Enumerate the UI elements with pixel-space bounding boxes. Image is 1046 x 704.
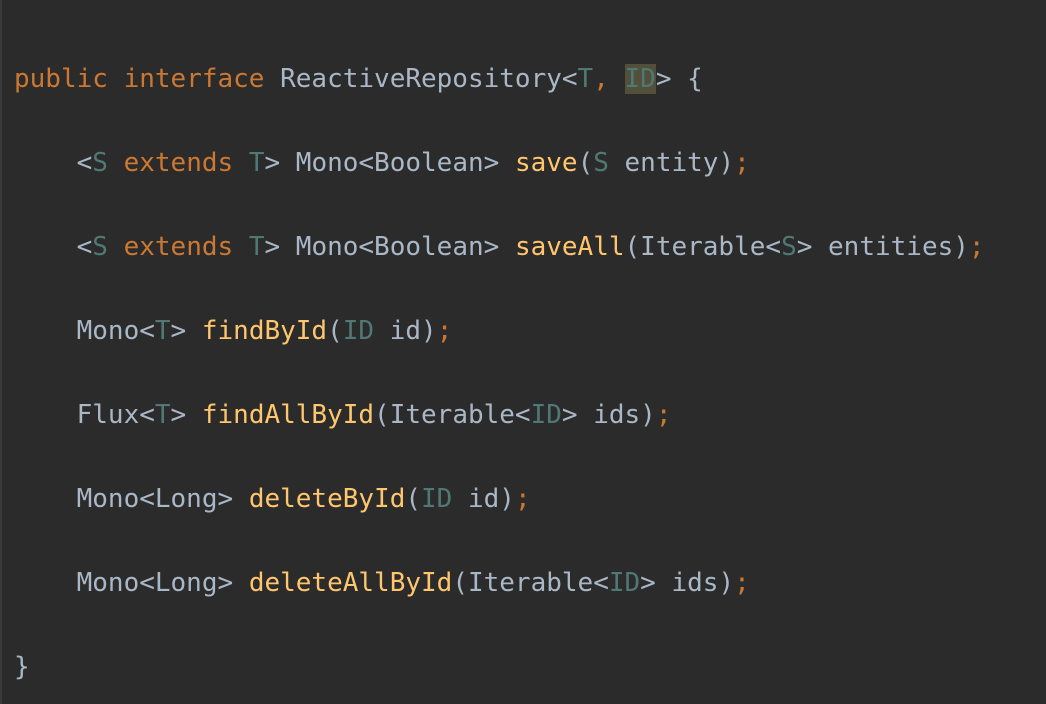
code-token: Flux<	[14, 400, 155, 430]
code-token: interface	[123, 64, 265, 94]
code-token: (Iterable<	[452, 568, 609, 598]
code-line[interactable]: }	[14, 625, 985, 704]
code-token: ID	[624, 64, 656, 94]
code-token: ;	[514, 484, 531, 514]
code-token: Mono<Long>	[14, 568, 249, 598]
code-token: > Mono<Boolean>	[264, 148, 515, 178]
code-token: extends	[123, 232, 234, 262]
code-editor[interactable]: public interface ReactiveRepository<T, I…	[0, 0, 1046, 704]
code-token: deleteAllById	[248, 568, 453, 598]
code-token: }	[14, 652, 30, 682]
code-token: save	[514, 148, 578, 178]
code-token: findAllById	[201, 400, 375, 430]
code-token: ReactiveRepository<	[264, 64, 578, 94]
code-token: T	[248, 232, 265, 262]
code-token: (	[577, 148, 594, 178]
code-token: T	[154, 316, 171, 346]
code-token: S	[92, 148, 108, 178]
editor-gutter-edge	[0, 0, 2, 704]
code-token: (Iterable<	[374, 400, 531, 430]
code-token: T	[154, 400, 171, 430]
code-token: (	[405, 484, 422, 514]
code-token: ,	[593, 64, 625, 94]
code-token: Mono<	[14, 316, 155, 346]
code-line[interactable]: Flux<T> findAllById(Iterable<ID> ids);	[14, 373, 985, 457]
code-token: saveAll	[514, 232, 625, 262]
code-token: ;	[734, 568, 750, 598]
code-token: > entities)	[796, 232, 969, 262]
code-token: > ids)	[561, 400, 656, 430]
code-line[interactable]: <S extends T> Mono<Boolean> saveAll(Iter…	[14, 205, 985, 289]
code-line[interactable]: <S extends T> Mono<Boolean> save(S entit…	[14, 121, 985, 205]
code-token: ID	[342, 316, 375, 346]
code-token: entity)	[608, 148, 735, 178]
code-token: > {	[655, 64, 703, 94]
code-token: S	[92, 232, 108, 262]
code-token: ID	[608, 568, 641, 598]
code-token: ID	[421, 484, 453, 514]
code-token: id)	[452, 484, 515, 514]
code-token: ;	[655, 400, 672, 430]
code-area[interactable]: public interface ReactiveRepository<T, I…	[14, 37, 985, 704]
code-token: ID	[530, 400, 562, 430]
code-token: Mono<Long>	[14, 484, 249, 514]
code-line[interactable]: Mono<Long> deleteAllById(Iterable<ID> id…	[14, 541, 985, 625]
code-token: (	[327, 316, 343, 346]
code-token: <	[14, 232, 93, 262]
code-line[interactable]: Mono<Long> deleteById(ID id);	[14, 457, 985, 541]
code-token: ;	[436, 316, 453, 346]
code-line[interactable]: public interface ReactiveRepository<T, I…	[14, 37, 985, 121]
code-token: >	[170, 400, 202, 430]
code-token: > Mono<Boolean>	[264, 232, 515, 262]
code-token: ;	[734, 148, 750, 178]
code-token: extends	[123, 148, 234, 178]
code-token: T	[248, 148, 265, 178]
code-token: public	[14, 64, 108, 94]
code-token: S	[781, 232, 797, 262]
code-token: <	[14, 148, 93, 178]
code-token: id)	[374, 316, 437, 346]
code-token: >	[170, 316, 202, 346]
code-token: ;	[968, 232, 985, 262]
code-token: T	[577, 64, 594, 94]
code-token: (Iterable<	[624, 232, 782, 262]
code-token: > ids)	[640, 568, 735, 598]
code-token: deleteById	[248, 484, 406, 514]
code-token: S	[593, 148, 609, 178]
code-token: findById	[201, 316, 328, 346]
code-line[interactable]: Mono<T> findById(ID id);	[14, 289, 985, 373]
